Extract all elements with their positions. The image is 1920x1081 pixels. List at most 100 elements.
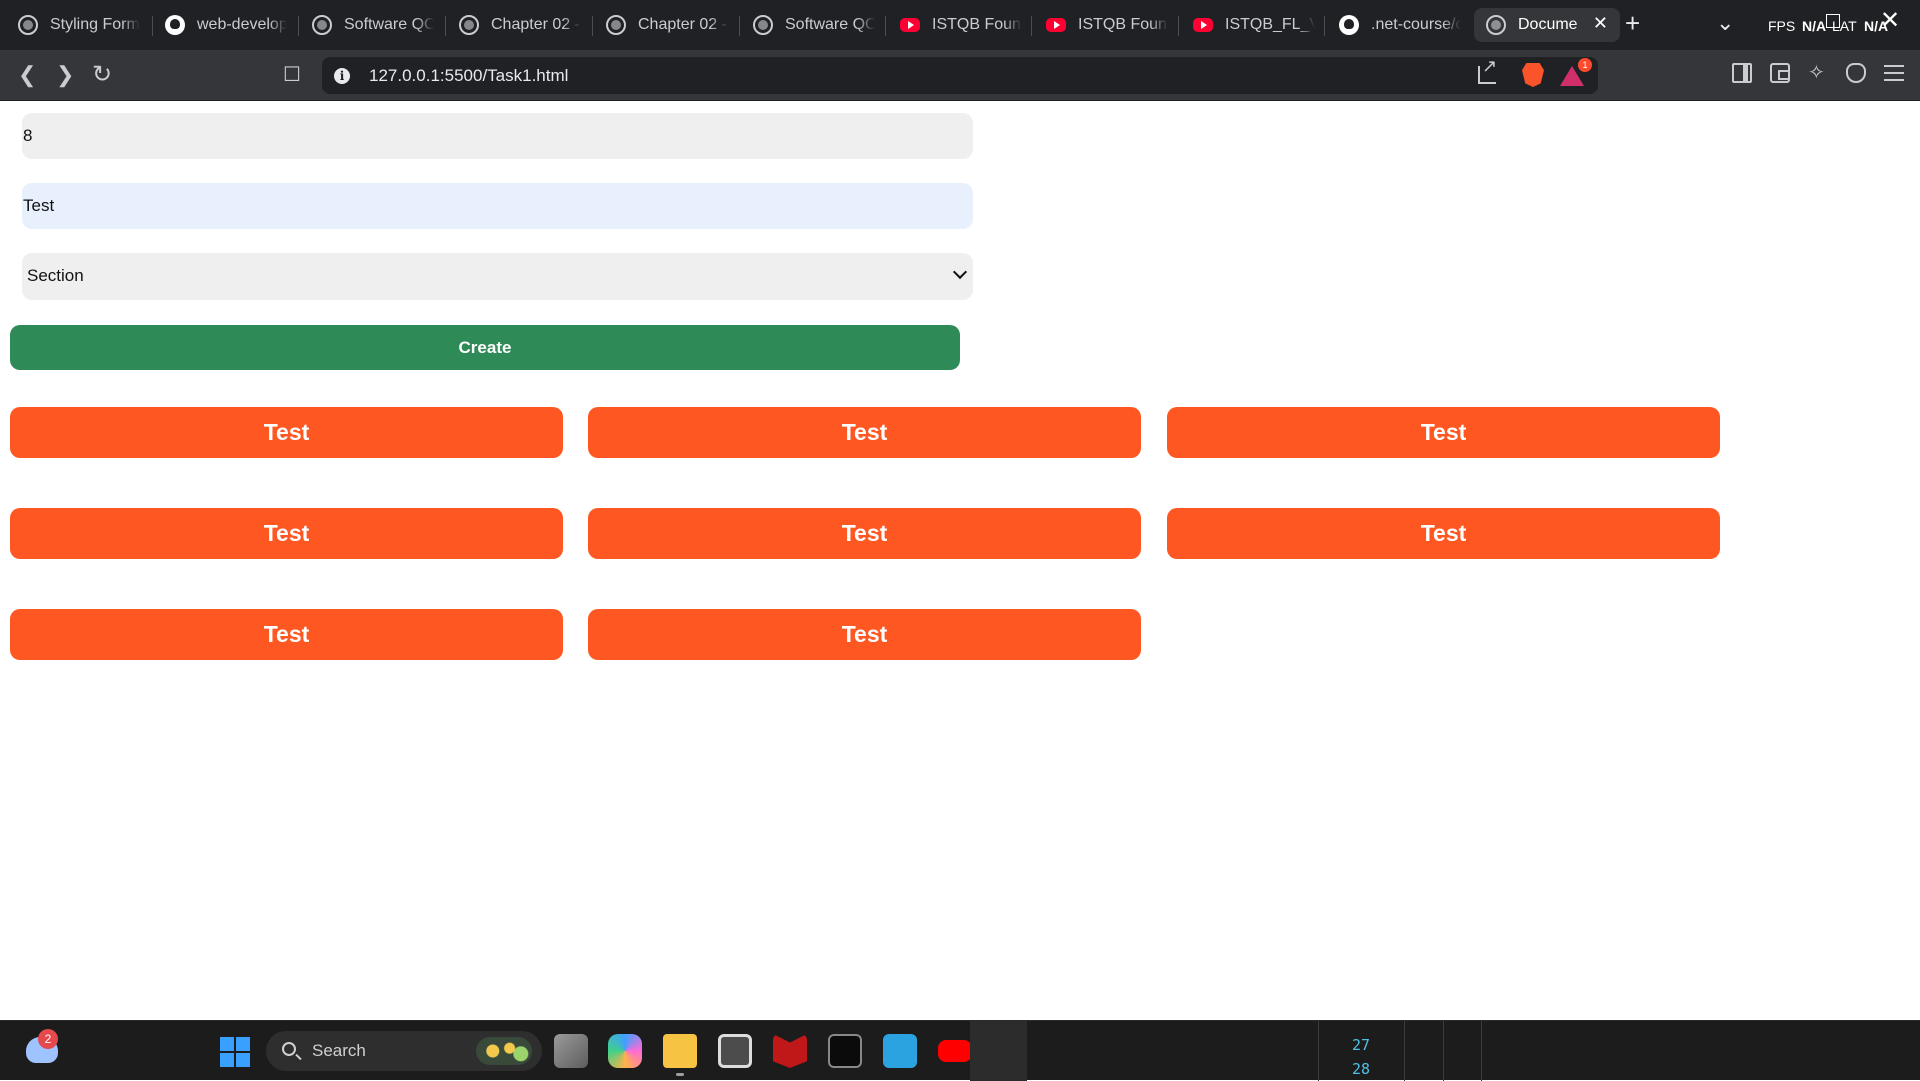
test-card-button[interactable]: Test [10,609,563,660]
start-tile [236,1053,250,1067]
brave-shields-icon[interactable] [1522,63,1544,87]
tab-separator [445,16,446,36]
tab-chapter-02[interactable]: Chapter 02 - [447,8,593,42]
test-card-button[interactable]: Test [1167,407,1720,458]
test-card-button[interactable]: Test [10,508,563,559]
browser-toolbar: ❮ ❯ ↻ ☐ i 127.0.0.1:5500/Task1.html 1 ✧ [0,50,1920,101]
tab-separator [1324,16,1325,36]
tab-label: Software QC [785,16,875,33]
section-select-value: Section [27,266,84,285]
tab-label: Chapter 02 - [491,16,580,33]
microsoft-store-icon[interactable] [718,1034,752,1068]
editor-line-numbers: 27 28 [1352,1033,1370,1081]
close-icon[interactable]: ✕ [1593,13,1608,34]
tab-chapter-02-b[interactable]: Chapter 02 - [594,8,740,42]
github-icon [1339,15,1359,35]
chevron-down-icon [952,264,968,280]
back-button[interactable]: ❮ [18,62,36,88]
tab-separator [592,16,593,36]
tab-label: web-develop [197,16,287,33]
globe-icon [459,15,479,35]
windows-taskbar: 2 Search 27 28 [0,1020,1920,1081]
address-bar[interactable]: i 127.0.0.1:5500/Task1.html 1 [322,56,1598,94]
remote-desktop-icon[interactable] [883,1034,917,1068]
search-label: Search [312,1041,366,1060]
new-tab-button[interactable]: + [1625,8,1640,39]
tab-istqb-fl-v4[interactable]: ISTQB_FL_V4 [1181,8,1327,42]
divider [1443,1021,1444,1081]
chevron-down-icon[interactable]: ⌄ [1716,10,1734,36]
create-button[interactable]: Create [10,325,960,370]
youtube-icon [900,18,920,32]
leo-ai-icon[interactable]: ✧ [1808,63,1828,83]
tab-separator [885,16,886,36]
tab-label: ISTQB_FL_V4 [1225,16,1315,33]
terminal-icon[interactable] [828,1034,862,1068]
tab-net-course[interactable]: .net-course/c [1327,8,1473,42]
taskbar-search[interactable]: Search [266,1031,542,1071]
sidebar-icon[interactable] [1732,63,1752,83]
test-card-button[interactable]: Test [10,407,563,458]
tab-separator [298,16,299,36]
windows-start-icon[interactable] [220,1037,250,1067]
test-card-button[interactable]: Test [1167,508,1720,559]
text-input[interactable]: Test [22,183,973,229]
weather-badge: 2 [38,1029,58,1049]
start-tile [220,1053,234,1067]
globe-icon [1486,15,1506,35]
youtube-icon [1193,18,1213,32]
task-view-icon[interactable] [554,1034,588,1068]
line-number: 28 [1352,1060,1371,1078]
tab-software-qc[interactable]: Software QC [300,8,446,42]
tab-label: ISTQB Found [932,16,1022,33]
number-input-value: 8 [23,126,33,145]
copilot-icon[interactable] [608,1034,642,1068]
youtube-icon[interactable] [938,1040,972,1062]
tab-label: Styling Form [50,16,140,33]
taskbar-app-slot[interactable] [970,1021,1027,1081]
tab-istqb-found[interactable]: ISTQB Found [888,8,1034,42]
file-explorer-icon[interactable] [663,1034,697,1068]
fps-value-text: N/A [1802,18,1827,34]
forward-button[interactable]: ❯ [56,62,74,88]
running-indicator [676,1073,684,1076]
tab-label: .net-course/c [1371,16,1461,33]
tab-document[interactable]: Docume ✕ [1474,8,1620,42]
tab-label: ISTQB Found [1078,16,1168,33]
tab-separator [1031,16,1032,36]
section-select[interactable]: Section [22,253,973,300]
tab-web-develop[interactable]: web-develop [153,8,299,42]
test-card-button[interactable]: Test [588,609,1141,660]
site-info-icon[interactable]: i [334,68,350,84]
wallet-icon[interactable] [1770,63,1790,83]
divider [1404,1021,1405,1081]
test-card-button[interactable]: Test [588,508,1141,559]
bookmark-icon[interactable]: ☐ [283,62,301,88]
vpn-shield-icon[interactable] [1846,63,1866,83]
start-tile [236,1037,250,1051]
tab-styling-form[interactable]: Styling Form [6,8,152,42]
mcafee-icon[interactable] [773,1034,807,1068]
tab-istqb-found-b[interactable]: ISTQB Found [1034,8,1180,42]
tab-label: Software QC [344,16,434,33]
url-text[interactable]: 127.0.0.1:5500/Task1.html [369,66,568,86]
globe-icon [753,15,773,35]
menu-icon[interactable] [1884,65,1904,81]
number-input[interactable]: 8 [22,113,973,159]
search-icon [282,1042,296,1056]
tab-software-qc-b[interactable]: Software QC [741,8,887,42]
window-close-icon[interactable]: ✕ [1880,6,1900,35]
share-icon[interactable] [1478,56,1497,84]
rewards-badge: 1 [1578,58,1592,72]
tab-separator [1178,16,1179,36]
tab-label: Docume [1518,16,1578,33]
lat-label: LAT [1832,18,1857,34]
search-highlight-image [476,1037,532,1065]
globe-icon [18,15,38,35]
reload-button[interactable]: ↻ [92,62,112,88]
fps-label: FPS [1768,18,1796,34]
tab-separator [739,16,740,36]
globe-icon [312,15,332,35]
test-card-button[interactable]: Test [588,407,1141,458]
line-number: 27 [1352,1036,1371,1054]
